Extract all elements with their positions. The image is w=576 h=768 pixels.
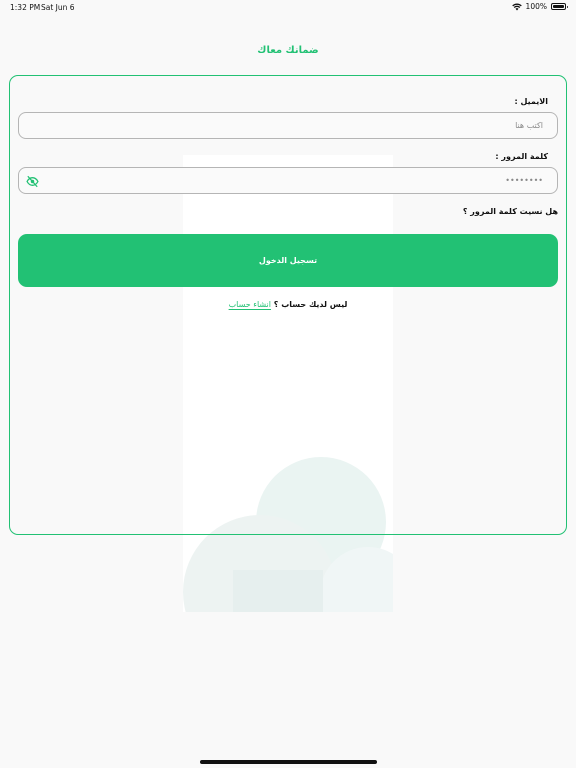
status-bar: 1:32 PM Sat Jun 6 100% (0, 0, 576, 14)
forgot-password-link[interactable]: هل نسيت كلمة المرور ؟ (463, 207, 558, 216)
password-label: كلمة المرور : (495, 152, 548, 161)
email-field[interactable] (19, 113, 557, 138)
home-indicator (200, 760, 377, 764)
email-label: الايميل : (514, 97, 548, 106)
password-field-container (18, 167, 558, 194)
login-button[interactable]: تسجيل الدخول (18, 234, 558, 287)
create-account-link[interactable]: انشاء حساب (229, 300, 271, 309)
status-right: 100% (511, 2, 568, 11)
app-title: ضمانك معاك (257, 45, 319, 56)
eye-off-icon[interactable] (26, 175, 39, 188)
signup-row: ليس لديك حساب ؟ انشاء حساب (0, 300, 576, 309)
battery-percent: 100% (525, 2, 547, 11)
status-time: 1:32 PM (10, 3, 41, 12)
email-field-container (18, 112, 558, 139)
login-button-label: تسجيل الدخول (258, 256, 318, 265)
status-date: Sat Jun 6 (41, 3, 75, 12)
password-field[interactable] (19, 168, 557, 193)
wifi-icon (511, 2, 522, 10)
battery-icon (551, 3, 568, 10)
no-account-text: ليس لديك حساب ؟ (271, 300, 348, 309)
